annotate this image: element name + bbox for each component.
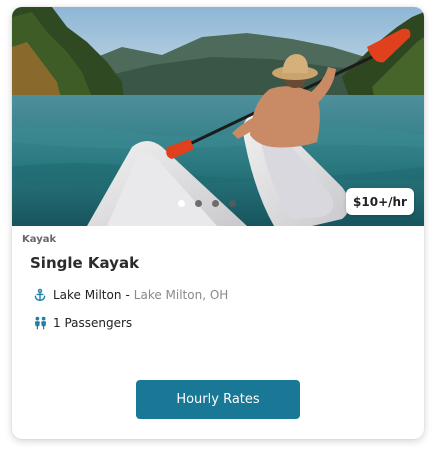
hero-image[interactable]: $10+/hr [12, 7, 424, 226]
listing-title: Single Kayak [30, 254, 140, 272]
passengers-row: 1 Passengers [32, 315, 132, 331]
people-icon [32, 315, 48, 331]
carousel-dot[interactable] [229, 200, 236, 207]
price-badge: $10+/hr [346, 188, 414, 215]
passengers-count: 1 Passengers [53, 316, 133, 330]
location-row: Lake Milton - Lake Milton, OH [32, 287, 228, 303]
listing-card[interactable]: $10+/hr Kayak Single Kayak Lake Milton -… [12, 7, 424, 439]
anchor-icon [32, 287, 48, 303]
carousel-dot[interactable] [212, 200, 219, 207]
carousel-dots [178, 200, 236, 207]
carousel-dot[interactable] [195, 200, 202, 207]
location-area: Lake Milton, OH [133, 288, 229, 302]
location-name: Lake Milton [53, 288, 122, 302]
category-label: Kayak [22, 234, 57, 245]
carousel-dot[interactable] [178, 200, 185, 207]
location-separator: - [125, 288, 130, 302]
hourly-rates-button[interactable]: Hourly Rates [136, 380, 300, 419]
